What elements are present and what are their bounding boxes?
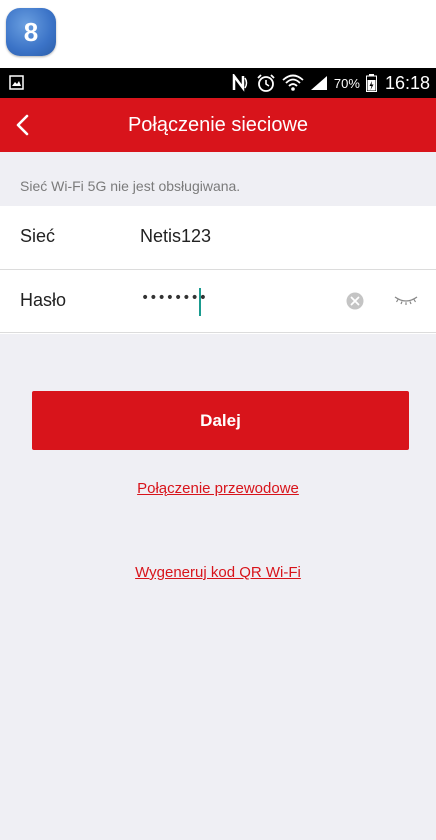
generate-wifi-qr-link[interactable]: Wygeneruj kod QR Wi-Fi <box>0 564 436 581</box>
signal-icon <box>310 76 327 90</box>
eye-closed-icon[interactable] <box>394 294 418 306</box>
clear-icon[interactable] <box>346 292 364 310</box>
step-number: 8 <box>23 16 39 47</box>
wifi-icon <box>282 74 304 91</box>
status-bar: 70% 16:18 <box>0 68 436 98</box>
battery-percent: 70% <box>333 75 360 91</box>
next-button[interactable]: Dalej <box>32 391 409 450</box>
wired-connection-link[interactable]: Połączenie przewodowe <box>0 480 436 497</box>
nfc-icon <box>232 74 248 92</box>
network-label: Sieć <box>20 226 56 246</box>
network-value[interactable]: Netis123 <box>140 226 211 247</box>
wifi-form: Sieć Netis123 Hasło •••••••• <box>0 206 436 334</box>
battery-icon <box>365 74 377 92</box>
app-bar: Połączenie sieciowe <box>0 98 436 152</box>
page-title: Połączenie sieciowe <box>127 114 309 136</box>
text-caret <box>199 288 201 316</box>
clock: 16:18 <box>384 72 430 93</box>
network-row[interactable]: Sieć Netis123 <box>0 206 436 270</box>
alarm-icon <box>257 74 275 92</box>
password-field[interactable]: •••••••• <box>141 290 207 306</box>
wifi-5g-notice: Sieć Wi-Fi 5G nie jest obsługiwana. <box>20 178 241 194</box>
image-icon <box>9 75 24 90</box>
step-number-badge: 8 <box>6 8 56 56</box>
password-row: Hasło •••••••• <box>0 270 436 333</box>
password-label: Hasło <box>20 290 67 310</box>
main-content: Sieć Wi-Fi 5G nie jest obsługiwana. Sieć… <box>0 152 436 840</box>
